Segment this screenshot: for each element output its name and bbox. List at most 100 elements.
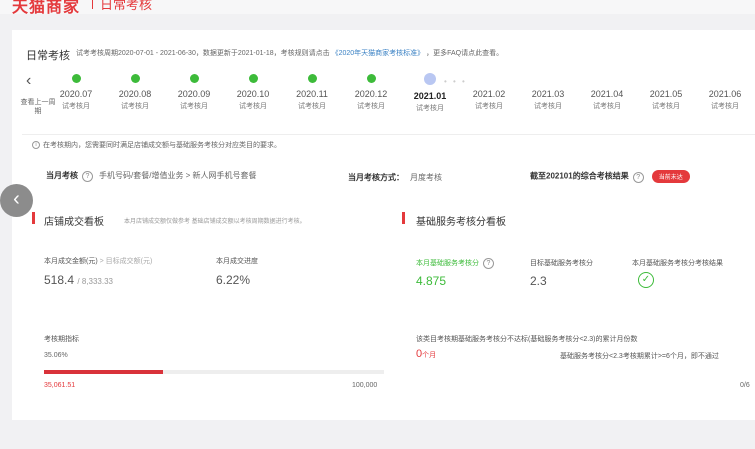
assessment-card: 日常考核 试考考核周期2020-07-01 - 2021-06-30，数据更新于… — [12, 30, 755, 420]
timeline-month[interactable]: 2020.10 试考核月 — [223, 74, 283, 111]
timeline-month[interactable]: 2021.05 试考核月 — [636, 74, 696, 111]
method-value: 月度考核 — [410, 173, 442, 182]
amount-value: 518.4 / 8,333.33 — [44, 273, 113, 287]
period-text: 试考考核周期2020-07-01 - 2021-06-30，数据更新于2021-… — [76, 50, 330, 57]
status-dot-icon — [603, 74, 612, 83]
brand-logo: 天猫商家 — [12, 0, 81, 16]
timeline-month-status: 试考核月 — [534, 103, 562, 110]
help-icon[interactable]: ? — [82, 171, 93, 182]
cycle-current: 35,061.51 — [44, 382, 76, 389]
fail-count: 0个月 — [416, 348, 437, 360]
category-label: 当月考核 — [46, 171, 78, 180]
timeline-month-label: 2021.03 — [531, 89, 565, 99]
timeline-month-label: 2020.09 — [177, 89, 211, 99]
status-dot-icon — [366, 74, 376, 83]
timeline-month-status: 试考核月 — [298, 103, 326, 110]
fail-max: 0/6 — [740, 382, 750, 389]
status-dot-icon — [307, 74, 317, 83]
method-row: 当月考核方式： 月度考核 — [348, 172, 442, 183]
status-dot-icon — [248, 74, 258, 83]
timeline-month-label: 2020.10 — [236, 89, 270, 99]
timeline-month-status: 试考核月 — [180, 103, 208, 110]
timeline-month[interactable]: 2021.06 试考核月 — [695, 74, 755, 111]
status-dot-icon — [544, 74, 553, 83]
status-dot-icon — [424, 73, 436, 85]
amount-label: 本月成交金额(元) > 目标成交额(元) — [44, 258, 153, 265]
status-badge: 当前未达 — [651, 170, 690, 183]
help-icon[interactable]: ? — [483, 258, 494, 269]
rule-link[interactable]: 《2020年天猫商家考核标准》 — [332, 50, 425, 57]
page-title: 日常考核 — [26, 50, 70, 62]
cycle-percent: 35.06% — [44, 352, 68, 359]
score-result-label: 本月基础服务考核分考核结果 — [632, 260, 723, 267]
target-score-value: 2.3 — [530, 274, 547, 288]
fail-months-label: 该类目考核期基础服务考核分不达标(基础服务考核分<2.3)的累计月份数 — [416, 336, 638, 343]
timeline-month[interactable]: 2021.04 试考核月 — [577, 74, 637, 111]
timeline-month-status: 试考核月 — [475, 103, 503, 110]
timeline-month-label: 2020.08 — [118, 89, 152, 99]
cycle-total: 100,000 — [352, 382, 378, 389]
timeline-month-status: 试考核月 — [239, 103, 267, 110]
store-board-title: 店铺成交看板 — [44, 217, 104, 228]
status-dot-icon — [662, 74, 671, 83]
notice: i 在考核期内，您需要同时满足店铺成交额与基础服务考核分对应类目的要求。 — [32, 140, 281, 150]
timeline-month-label: 2020.12 — [354, 89, 388, 99]
timeline-month[interactable]: 2020.08 试考核月 — [105, 74, 165, 111]
check-icon: ✓ — [638, 272, 654, 288]
service-board-title: 基础服务考核分看板 — [416, 217, 506, 228]
timeline-month[interactable]: 2021.03 试考核月 — [518, 74, 578, 111]
result-row: 截至202101的综合考核结果? 当前未达 — [530, 170, 690, 183]
store-board-desc: 本月店铺成交额仅做参考 基础店铺成交额以考核周期数据进行考核。 — [124, 219, 306, 225]
timeline-month-label: 2020.11 — [296, 89, 328, 99]
cycle-label: 考核期指标 — [44, 336, 79, 343]
status-dot-icon — [189, 74, 199, 83]
timeline-month-status: 试考核月 — [62, 103, 90, 110]
status-dot-icon — [130, 74, 140, 83]
chevron-left-icon[interactable]: ‹ — [0, 184, 33, 217]
timeline-month-status: 试考核月 — [652, 103, 680, 110]
section-marker — [402, 212, 405, 224]
cycle-progress-bar — [44, 370, 384, 374]
timeline-month-label: 2021.04 — [590, 89, 624, 99]
chevron-left-icon[interactable]: ‹ — [26, 72, 31, 90]
timeline-dots: • • • — [444, 77, 467, 86]
timeline-month[interactable]: 2020.09 试考核月 — [164, 74, 224, 111]
status-dot-icon — [485, 74, 494, 83]
header-separator — [92, 0, 93, 9]
notice-text: 在考核期内，您需要同时满足店铺成交额与基础服务考核分对应类目的要求。 — [43, 142, 281, 149]
timeline-month-status: 试考核月 — [121, 103, 149, 110]
timeline-month-label: 2021.05 — [649, 89, 683, 99]
section-marker — [32, 212, 35, 224]
status-dot-icon — [721, 74, 730, 83]
target-score-label: 目标基础服务考核分 — [530, 260, 593, 267]
category-path: 手机号码/套餐/增值业务 > 新人网手机号套餐 — [99, 171, 257, 180]
progress-value: 6.22% — [216, 273, 251, 287]
timeline-month[interactable]: 2020.11 试考核月 — [282, 74, 342, 111]
timeline-month-label: 2021.01 — [413, 91, 447, 101]
score-label: 本月基础服务考核分? — [416, 258, 498, 269]
top-header: 天猫商家 日常考核 — [0, 0, 755, 16]
timeline-month-status: 试考核月 — [711, 103, 739, 110]
category-row: 当月考核? 手机号码/套餐/增值业务 > 新人网手机号套餐 — [46, 170, 257, 182]
status-dot-icon — [71, 74, 81, 83]
timeline-month-label: 2021.06 — [708, 89, 742, 99]
score-value: 4.875 — [416, 274, 447, 288]
cycle-progress-fill — [44, 370, 164, 374]
fail-rule: 基础服务考核分<2.3考核期累计>=6个月，即不通过 — [560, 353, 719, 360]
timeline-month-status: 试考核月 — [593, 103, 621, 110]
timeline-month-label: 2021.02 — [472, 89, 506, 99]
divider — [22, 134, 755, 135]
progress-label: 本月成交进度 — [216, 258, 258, 265]
header-title: 日常考核 — [100, 0, 153, 12]
timeline-month-status: 试考核月 — [416, 105, 444, 112]
timeline-month[interactable]: 2020.12 试考核月 — [341, 74, 401, 111]
timeline-month-status: 试考核月 — [357, 103, 385, 110]
timeline-month[interactable]: 2020.07 试考核月 — [46, 74, 106, 111]
faq-text[interactable]: ，更多FAQ请点此查看。 — [426, 50, 503, 57]
result-label: 截至202101的综合考核结果 — [530, 171, 629, 181]
timeline-month-label: 2020.07 — [59, 89, 93, 99]
period-info: 试考考核周期2020-07-01 - 2021-06-30，数据更新于2021-… — [76, 48, 503, 58]
method-label: 当月考核方式： — [348, 173, 404, 182]
timeline-month[interactable]: 2021.02 试考核月 — [459, 74, 519, 111]
help-icon[interactable]: ? — [632, 171, 644, 183]
